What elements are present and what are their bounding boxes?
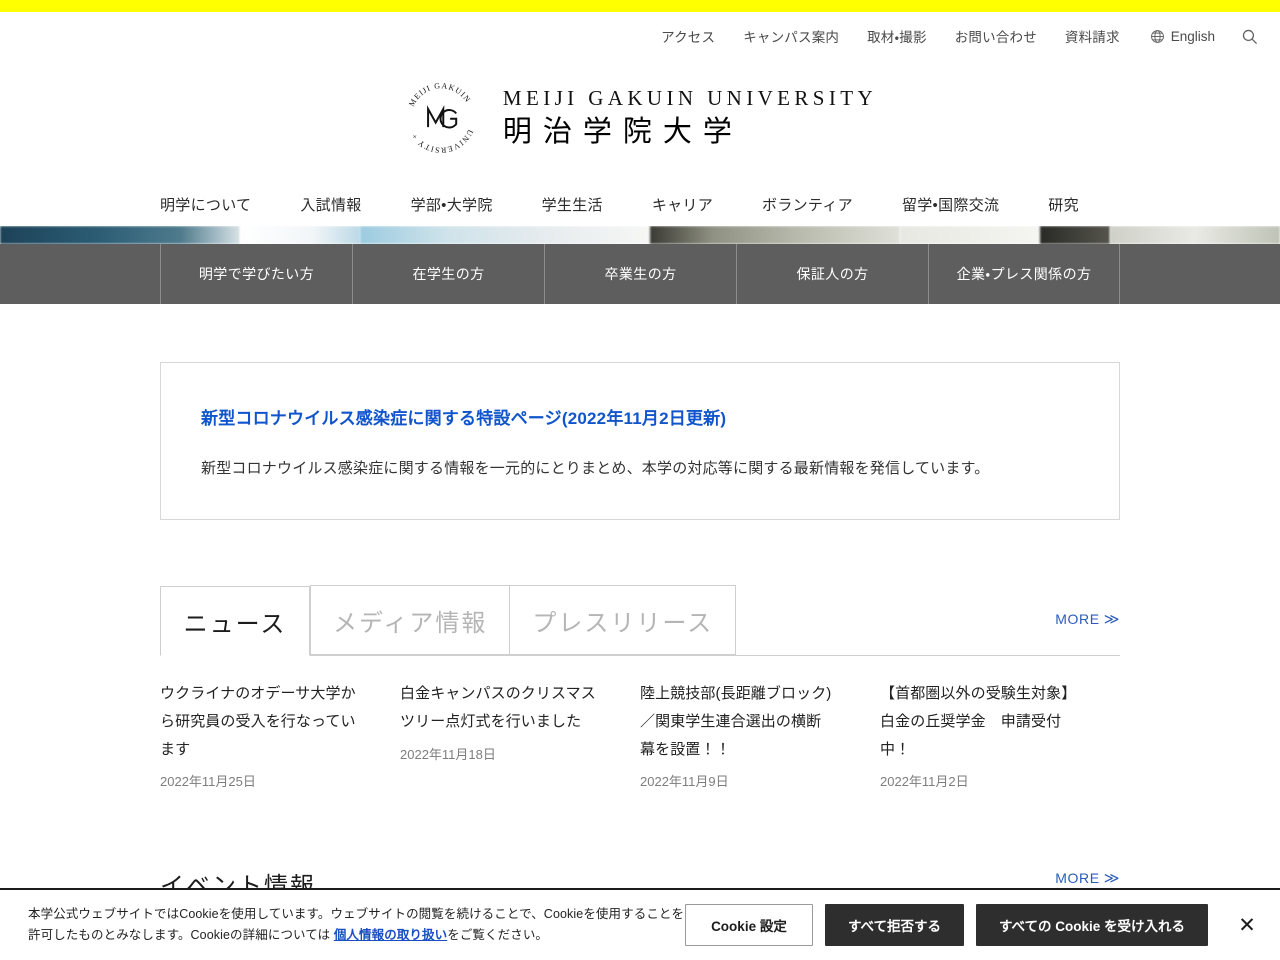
- cookie-settings-button[interactable]: Cookie 設定: [684, 904, 813, 946]
- next-section-more-link[interactable]: MORE ≫: [1055, 870, 1120, 886]
- chevron-double-right-icon: ≫: [1103, 869, 1120, 887]
- covid-notice-body: 新型コロナウイルス感染症に関する情報を一元的にとりまとめ、本学の対応等に関する最…: [201, 459, 990, 477]
- cookie-consent-banner: 本学公式ウェブサイトではCookieを使用しています。ウェブサイトの閲覧を続ける…: [0, 888, 1280, 960]
- news-more-label: MORE: [1055, 611, 1100, 627]
- hero-image-strip: [0, 226, 1280, 244]
- news-item[interactable]: 陸上競技部(長距離ブロック)／関東学生連合選出の横断幕を設置！！ 2022年11…: [640, 680, 880, 790]
- cookie-reject-all-button[interactable]: すべて拒否する: [824, 904, 964, 946]
- utility-link-access[interactable]: アクセス: [661, 26, 715, 46]
- utility-link-media[interactable]: 取材・撮影: [867, 26, 927, 46]
- nav-item-student-life[interactable]: 学生生活: [542, 194, 603, 215]
- page-root: アクセス キャンパス案内 取材・撮影 お問い合わせ 資料請求 English M…: [0, 0, 1280, 960]
- tab-media[interactable]: メディア情報: [310, 585, 511, 655]
- news-item[interactable]: 【首都圏以外の受験生対象】白金の丘奨学金 申請受付中！ 2022年11月2日: [880, 680, 1120, 790]
- cookie-consent-actions: Cookie 設定 すべて拒否する すべての Cookie を受け入れる ✕: [684, 904, 1262, 946]
- audience-bar-spacer: [0, 244, 160, 304]
- audience-item-guarantor[interactable]: 保証人の方: [736, 244, 928, 304]
- news-item-date: 2022年11月18日: [400, 746, 496, 762]
- nav-item-international[interactable]: 留学•国際交流: [902, 194, 999, 215]
- nav-item-admissions[interactable]: 入試情報: [300, 194, 361, 215]
- svg-text:MEIJI GAKUIN: MEIJI GAKUIN: [407, 81, 473, 108]
- news-item-title: ウクライナのオデーサ大学から研究員の受入を行なっています: [160, 685, 356, 758]
- utility-link-contact[interactable]: お問い合わせ: [955, 26, 1037, 46]
- news-item-title: 陸上競技部(長距離ブロック)／関東学生連合選出の横断幕を設置！！: [640, 685, 832, 758]
- language-switcher[interactable]: English: [1150, 29, 1215, 44]
- audience-nav-bar: 明学で学びたい方 在学生の方 卒業生の方 保証人の方 企業・プレス関係の方: [0, 244, 1280, 304]
- utility-link-campus[interactable]: キャンパス案内: [743, 26, 839, 46]
- nav-item-faculties[interactable]: 学部•大学院: [411, 194, 493, 215]
- news-more-link[interactable]: MORE ≫: [1055, 611, 1120, 627]
- news-tab-bar: ニュース メディア情報 プレスリリース MORE ≫: [160, 585, 1120, 656]
- utility-nav: アクセス キャンパス案内 取材・撮影 お問い合わせ 資料請求 English: [0, 12, 1280, 60]
- nav-item-career[interactable]: キャリア: [652, 194, 713, 215]
- news-list: ウクライナのオデーサ大学から研究員の受入を行なっています 2022年11月25日…: [160, 680, 1120, 790]
- site-logo[interactable]: MEIJI GAKUIN UNIVERSITY + MEIJI GAKUIN U…: [0, 68, 1280, 168]
- university-seal-icon: MEIJI GAKUIN UNIVERSITY +: [407, 81, 475, 155]
- audience-item-press[interactable]: 企業・プレス関係の方: [928, 244, 1120, 304]
- top-accent-bar: [0, 0, 1280, 12]
- logo-wordmark-ja: 明治学院大学: [502, 115, 743, 148]
- search-icon[interactable]: [1241, 28, 1258, 45]
- logo-wordmark: MEIJI GAKUIN UNIVERSITY 明治学院大学: [502, 85, 878, 149]
- news-item[interactable]: ウクライナのオデーサ大学から研究員の受入を行なっています 2022年11月25日: [160, 680, 400, 790]
- next-more-label: MORE: [1055, 870, 1100, 886]
- cookie-accept-all-button[interactable]: すべての Cookie を受け入れる: [975, 904, 1208, 946]
- cookie-consent-text: 本学公式ウェブサイトではCookieを使用しています。ウェブサイトの閲覧を続ける…: [28, 904, 685, 945]
- covid-notice-link[interactable]: 新型コロナウイルス感染症に関する特設ページ(2022年11月2日更新): [201, 407, 726, 431]
- tab-news[interactable]: ニュース: [160, 586, 310, 656]
- covid-notice-box: 新型コロナウイルス感染症に関する特設ページ(2022年11月2日更新) 新型コロ…: [160, 362, 1120, 520]
- globe-icon: [1150, 29, 1164, 43]
- svg-text:UNIVERSITY +: UNIVERSITY +: [409, 128, 475, 155]
- audience-item-prospective[interactable]: 明学で学びたい方: [160, 244, 352, 304]
- cookie-text-after: をご覧ください。: [447, 928, 549, 942]
- tab-press-release[interactable]: プレスリリース: [510, 585, 737, 655]
- privacy-policy-link[interactable]: 個人情報の取り扱い: [334, 928, 447, 942]
- logo-wordmark-en: MEIJI GAKUIN UNIVERSITY: [502, 85, 878, 110]
- news-item-date: 2022年11月9日: [640, 774, 729, 790]
- close-icon[interactable]: ✕: [1236, 914, 1258, 936]
- language-label: English: [1170, 28, 1215, 44]
- nav-item-volunteer[interactable]: ボランティア: [762, 194, 853, 215]
- news-item-date: 2022年11月25日: [160, 774, 256, 790]
- audience-item-current[interactable]: 在学生の方: [352, 244, 544, 304]
- nav-item-research[interactable]: 研究: [1048, 194, 1079, 215]
- utility-link-brochure[interactable]: 資料請求: [1065, 26, 1120, 46]
- news-section: ニュース メディア情報 プレスリリース MORE ≫ ウクライナのオデーサ大学か…: [160, 585, 1120, 790]
- main-navigation: 明学について 入試情報 学部•大学院 学生生活 キャリア ボランティア 留学•国…: [0, 182, 1280, 226]
- audience-item-alumni[interactable]: 卒業生の方: [544, 244, 736, 304]
- news-item-title: 白金キャンパスのクリスマスツリー点灯式を行いました: [400, 685, 596, 730]
- news-item-title: 【首都圏以外の受験生対象】白金の丘奨学金 申請受付中！: [880, 685, 1069, 758]
- nav-item-about[interactable]: 明学について: [160, 194, 251, 215]
- news-item[interactable]: 白金キャンパスのクリスマスツリー点灯式を行いました 2022年11月18日: [400, 680, 640, 790]
- news-item-date: 2022年11月2日: [880, 774, 969, 790]
- chevron-double-right-icon: ≫: [1103, 610, 1120, 628]
